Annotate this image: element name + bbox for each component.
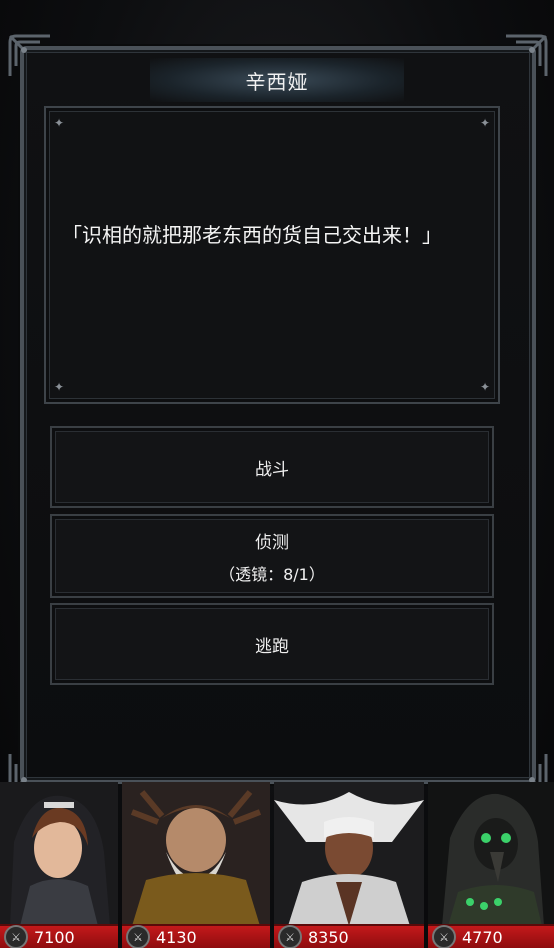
- sparkle-icon: ✦: [479, 116, 490, 130]
- flee-label: 逃跑: [255, 636, 289, 657]
- plague-doctor-portrait: [428, 782, 554, 926]
- speaker-name: 辛西娅: [150, 58, 404, 102]
- power-value: 4130: [156, 927, 197, 947]
- party-member-druid[interactable]: ⚔ 4130: [122, 782, 270, 948]
- power-bar: ⚔ 4770: [428, 924, 554, 948]
- party-member-nun[interactable]: ⚔ 7100: [0, 782, 118, 948]
- power-bar: ⚔ 7100: [0, 924, 118, 948]
- sparkle-icon: ✦: [54, 380, 65, 394]
- party-member-plague-doctor[interactable]: ⚔ 4770: [428, 782, 554, 948]
- power-value: 7100: [34, 927, 75, 947]
- scout-button[interactable]: 侦测 （透镜：8/1）: [50, 514, 494, 598]
- party-bar: ⚔ 7100 ⚔ 4130 ⚔ 8350 ⚔ 4770: [0, 782, 554, 948]
- sword-icon: ⚔: [278, 925, 302, 948]
- dialog-line: 「识相的就把那老东西的货自己交出来！」: [62, 223, 442, 247]
- flee-button[interactable]: 逃跑: [50, 603, 494, 685]
- fight-button[interactable]: 战斗: [50, 426, 494, 508]
- scout-label: 侦测: [255, 532, 289, 553]
- druid-portrait: [122, 782, 270, 926]
- fight-label: 战斗: [255, 459, 289, 480]
- power-bar: ⚔ 4130: [122, 924, 270, 948]
- sparkle-icon: ✦: [479, 380, 490, 394]
- power-value: 4770: [462, 927, 503, 947]
- sparkle-icon: ✦: [54, 116, 65, 130]
- frame-corner-ornament: [6, 32, 52, 78]
- scout-cost: （透镜：8/1）: [219, 564, 325, 584]
- sword-icon: ⚔: [432, 925, 456, 948]
- dialog-text-box: ✦ ✦ ✦ ✦: [44, 106, 500, 404]
- power-value: 8350: [308, 927, 349, 947]
- power-bar: ⚔ 8350: [274, 924, 424, 948]
- priestess-portrait: [274, 782, 424, 926]
- party-member-priestess[interactable]: ⚔ 8350: [274, 782, 424, 948]
- sword-icon: ⚔: [126, 925, 150, 948]
- sword-icon: ⚔: [4, 925, 28, 948]
- frame-corner-ornament: [504, 32, 550, 78]
- nun-portrait: [0, 782, 118, 926]
